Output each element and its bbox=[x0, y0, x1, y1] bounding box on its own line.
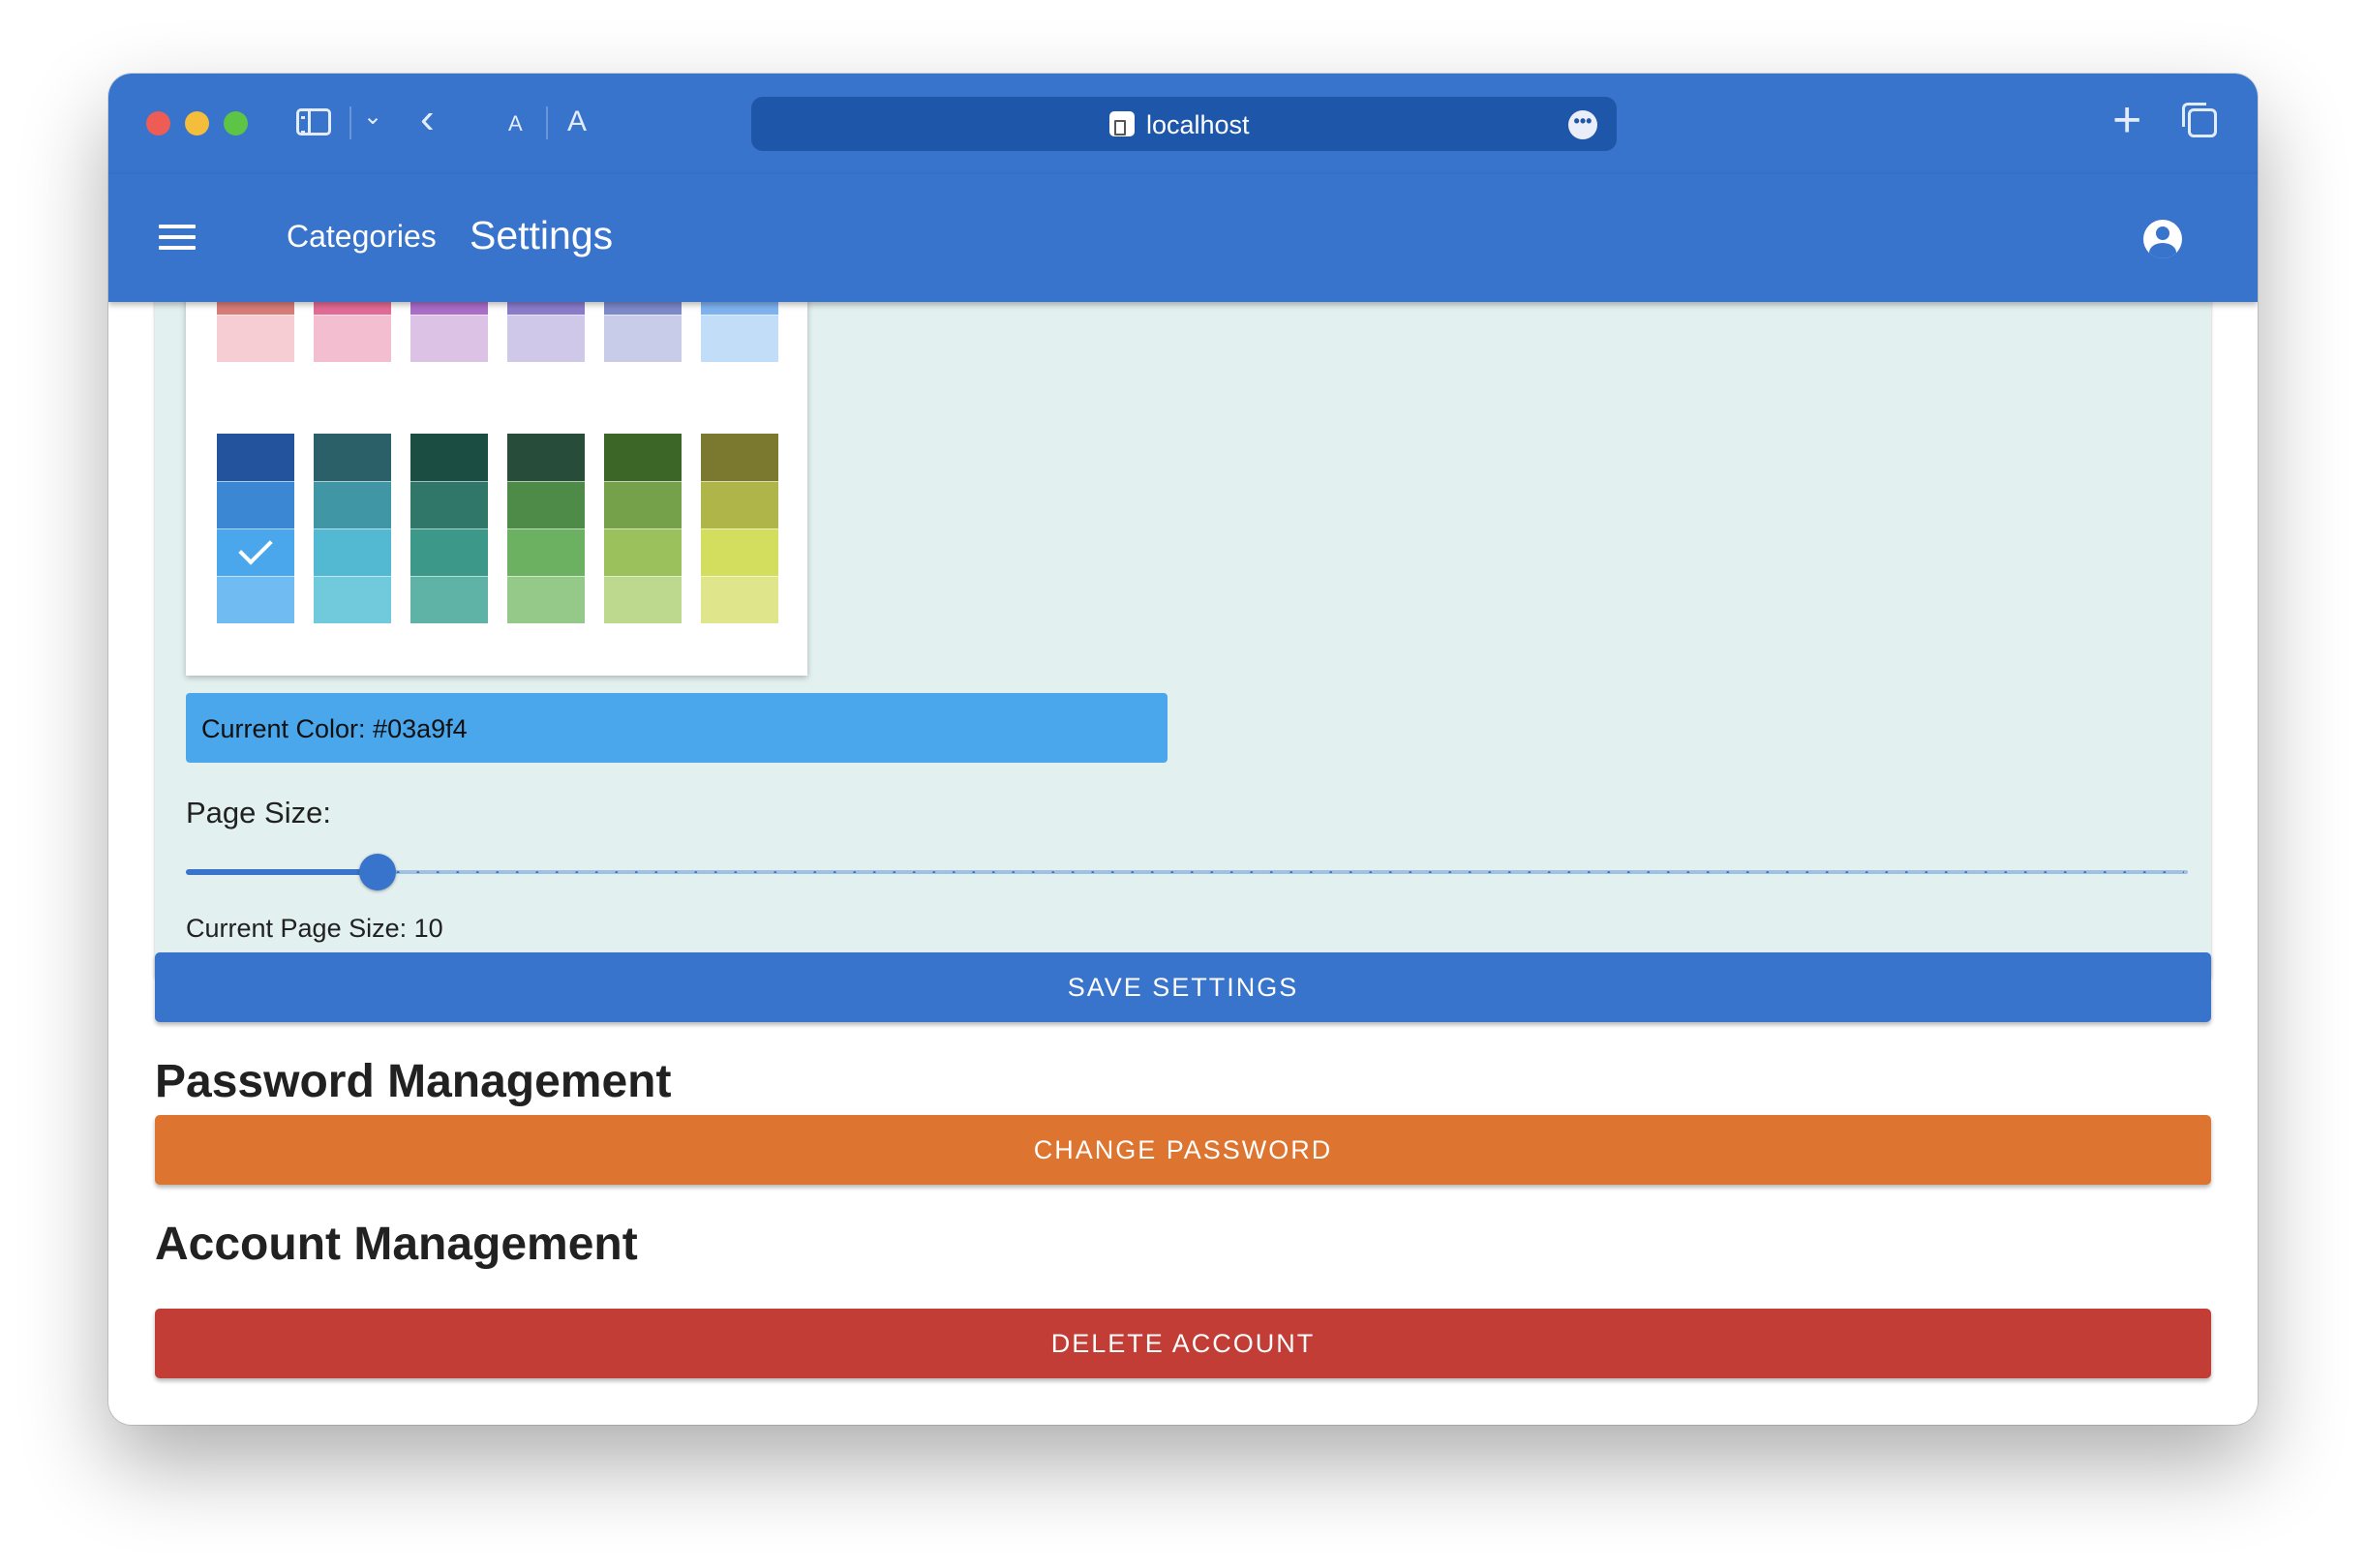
site-favicon-icon bbox=[1109, 111, 1135, 136]
app-bar: Categories Settings bbox=[108, 174, 2258, 302]
slider-tick-marks bbox=[190, 871, 2184, 873]
browser-toolbar: ⌄ ‹ A A localhost ••• + bbox=[108, 74, 2258, 174]
settings-card: Current Color: #03a9f4 Page Size: Curren… bbox=[155, 267, 2211, 980]
sidebar-toggle-icon[interactable] bbox=[296, 108, 331, 136]
color-swatch[interactable] bbox=[507, 315, 585, 362]
color-swatch[interactable] bbox=[314, 528, 391, 576]
more-options-icon[interactable]: ••• bbox=[1568, 110, 1597, 139]
swatch-group-bottom bbox=[217, 434, 778, 623]
color-swatch[interactable] bbox=[314, 434, 391, 481]
color-swatch[interactable] bbox=[217, 528, 294, 576]
toolbar-divider bbox=[546, 106, 548, 139]
decrease-font-button[interactable]: A bbox=[508, 111, 523, 136]
swatch-column bbox=[701, 434, 778, 623]
color-swatch[interactable] bbox=[314, 576, 391, 623]
color-swatch[interactable] bbox=[701, 434, 778, 481]
color-swatch[interactable] bbox=[410, 434, 488, 481]
color-swatch-picker bbox=[186, 267, 807, 676]
color-swatch[interactable] bbox=[507, 528, 585, 576]
toolbar-divider bbox=[349, 106, 351, 139]
color-swatch[interactable] bbox=[701, 576, 778, 623]
close-window-button[interactable] bbox=[146, 111, 170, 136]
color-swatch[interactable] bbox=[507, 434, 585, 481]
account-circle-icon[interactable] bbox=[2143, 220, 2182, 258]
zoom-window-button[interactable] bbox=[224, 111, 248, 136]
color-swatch[interactable] bbox=[314, 315, 391, 362]
color-swatch[interactable] bbox=[604, 481, 682, 528]
swatch-column bbox=[217, 434, 294, 623]
swatch-column bbox=[314, 434, 391, 623]
color-swatch[interactable] bbox=[314, 481, 391, 528]
color-swatch[interactable] bbox=[604, 434, 682, 481]
tab-overview-icon[interactable] bbox=[2182, 103, 2217, 137]
minimize-window-button[interactable] bbox=[185, 111, 209, 136]
password-management-heading: Password Management bbox=[155, 1056, 672, 1107]
color-swatch[interactable] bbox=[217, 434, 294, 481]
current-page-size-text: Current Page Size: 10 bbox=[186, 914, 443, 943]
browser-window: ⌄ ‹ A A localhost ••• + Categories Setti… bbox=[108, 74, 2258, 1425]
chevron-down-icon[interactable]: ⌄ bbox=[363, 103, 382, 131]
page-size-slider[interactable] bbox=[186, 854, 2188, 892]
swatch-column bbox=[410, 434, 488, 623]
back-arrow-icon[interactable]: ‹ bbox=[420, 95, 435, 143]
new-tab-icon[interactable]: + bbox=[2112, 91, 2141, 149]
save-settings-button[interactable]: SAVE SETTINGS bbox=[155, 952, 2211, 1022]
color-swatch[interactable] bbox=[217, 481, 294, 528]
address-bar[interactable]: localhost ••• bbox=[751, 97, 1617, 151]
nav-categories-link[interactable]: Categories bbox=[287, 219, 437, 255]
increase-font-button[interactable]: A bbox=[567, 106, 587, 138]
color-swatch[interactable] bbox=[410, 528, 488, 576]
color-swatch[interactable] bbox=[701, 528, 778, 576]
swatch-column bbox=[604, 434, 682, 623]
slider-thumb[interactable] bbox=[359, 854, 396, 890]
color-swatch[interactable] bbox=[604, 528, 682, 576]
color-swatch[interactable] bbox=[507, 576, 585, 623]
check-icon bbox=[238, 530, 273, 565]
color-swatch[interactable] bbox=[410, 315, 488, 362]
account-management-heading: Account Management bbox=[155, 1219, 638, 1270]
color-swatch[interactable] bbox=[217, 576, 294, 623]
page-size-label: Page Size: bbox=[186, 796, 331, 829]
color-swatch[interactable] bbox=[410, 576, 488, 623]
nav-settings-title[interactable]: Settings bbox=[470, 213, 613, 258]
menu-icon[interactable] bbox=[159, 225, 196, 250]
change-password-button[interactable]: CHANGE PASSWORD bbox=[155, 1115, 2211, 1185]
swatch-column bbox=[507, 434, 585, 623]
current-color-display: Current Color: #03a9f4 bbox=[186, 693, 1168, 763]
color-swatch[interactable] bbox=[701, 315, 778, 362]
address-text: localhost bbox=[1146, 110, 1250, 139]
color-swatch[interactable] bbox=[410, 481, 488, 528]
color-swatch[interactable] bbox=[604, 576, 682, 623]
color-swatch[interactable] bbox=[507, 481, 585, 528]
color-swatch[interactable] bbox=[217, 315, 294, 362]
color-swatch[interactable] bbox=[701, 481, 778, 528]
delete-account-button[interactable]: DELETE ACCOUNT bbox=[155, 1309, 2211, 1378]
color-swatch[interactable] bbox=[604, 315, 682, 362]
